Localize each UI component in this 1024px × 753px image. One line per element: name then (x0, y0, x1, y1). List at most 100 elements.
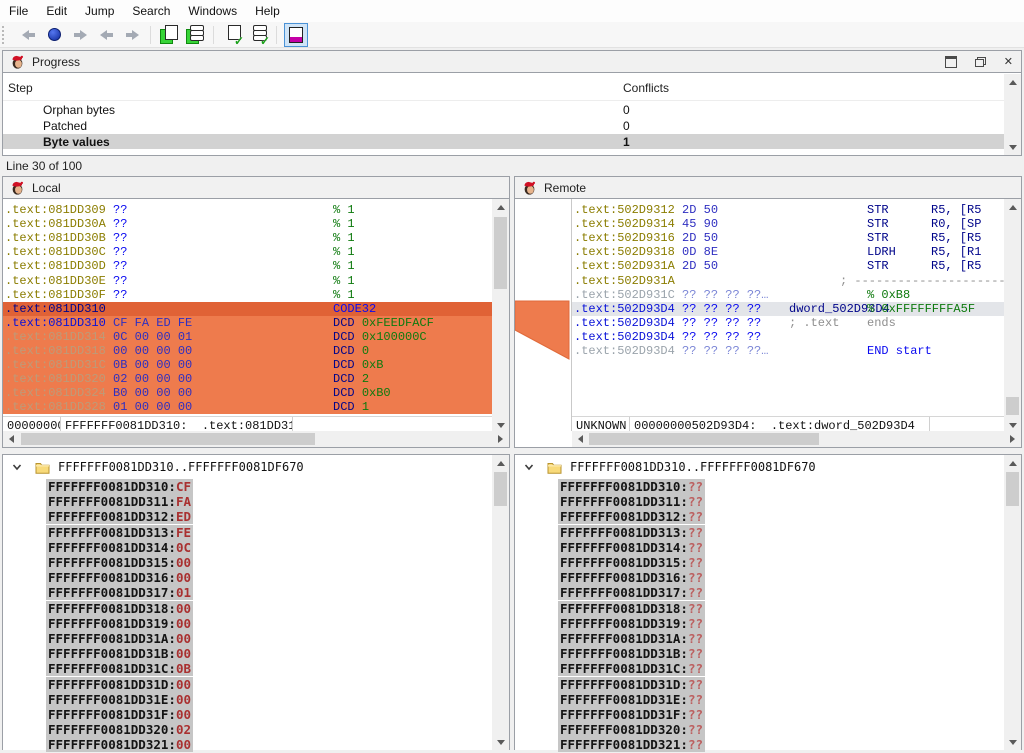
menu-jump[interactable]: Jump (76, 1, 123, 21)
listing-row[interactable]: .text:502D93D4 ?? ?? ?? ??…END start (572, 344, 1004, 358)
chevron-down-icon[interactable] (524, 462, 534, 472)
nav-prev-icon[interactable] (95, 24, 117, 46)
nav-current-icon[interactable] (43, 24, 65, 46)
hex-row[interactable]: FFFFFFF0081DD31F:?? (558, 707, 705, 722)
hex-row[interactable]: FFFFFFF0081DD316:?? (558, 570, 705, 585)
hex-row[interactable]: FFFFFFF0081DD31D:00 (46, 677, 193, 692)
scroll-right-icon[interactable] (492, 431, 509, 447)
listing-row[interactable]: .text:502D93D4 ?? ?? ?? ??dword_502D93D4… (572, 302, 1004, 316)
hex-row[interactable]: FFFFFFF0081DD31F:00 (46, 707, 193, 722)
hex-row[interactable]: FFFFFFF0081DD31D:?? (558, 677, 705, 692)
listing-row[interactable]: .text:502D9318 0D 8ELDRHR5, [R1 (572, 245, 1004, 259)
hex-row[interactable]: FFFFFFF0081DD312:ED (46, 509, 193, 524)
listing-row[interactable]: .text:502D9312 2D 50STRR5, [R5 (572, 203, 1004, 217)
nav-back-icon[interactable] (17, 24, 39, 46)
nav-next-icon[interactable] (121, 24, 143, 46)
hex-row[interactable]: FFFFFFF0081DD312:?? (558, 509, 705, 524)
hex-row[interactable]: FFFFFFF0081DD315:00 (46, 555, 193, 570)
hex-row[interactable]: FFFFFFF0081DD318:00 (46, 601, 193, 616)
hex-row[interactable]: FFFFFFF0081DD321:00 (46, 737, 193, 752)
table-row[interactable]: Orphan bytes0 (3, 102, 1004, 117)
nav-forward-icon[interactable] (69, 24, 91, 46)
chevron-down-icon[interactable] (12, 462, 22, 472)
listing-row[interactable]: .text:081DD310CODE32 (3, 302, 492, 316)
hex-row[interactable]: FFFFFFF0081DD316:00 (46, 570, 193, 585)
listing-row[interactable]: .text:081DD30C ??% 1 (3, 245, 492, 259)
hex-row[interactable]: FFFFFFF0081DD318:?? (558, 601, 705, 616)
scroll-down-icon[interactable] (492, 734, 509, 750)
hex-row[interactable]: FFFFFFF0081DD317:?? (558, 585, 705, 600)
listing-row[interactable]: .text:081DD30A ??% 1 (3, 217, 492, 231)
listing-row[interactable]: .text:081DD324 B0 00 00 00DCD 0xB0 (3, 386, 492, 400)
remote-titlebar[interactable]: Remote (515, 177, 1021, 199)
remote-vscrollbar[interactable] (1004, 199, 1021, 433)
hex-row[interactable]: FFFFFFF0081DD31A:?? (558, 631, 705, 646)
scroll-left-icon[interactable] (572, 431, 589, 447)
local-hscrollbar[interactable] (3, 431, 509, 447)
listing-row[interactable]: .text:081DD328 01 00 00 00DCD 1 (3, 400, 492, 414)
hex-row[interactable]: FFFFFFF0081DD311:FA (46, 494, 193, 509)
hex-row[interactable]: FFFFFFF0081DD317:01 (46, 585, 193, 600)
listing-row[interactable]: .text:502D9314 45 90STRR0, [SP (572, 217, 1004, 231)
hex-row[interactable]: FFFFFFF0081DD31B:00 (46, 646, 193, 661)
restore-icon[interactable] (975, 57, 986, 67)
menu-windows[interactable]: Windows (179, 1, 246, 21)
scroll-up-icon[interactable] (1004, 74, 1021, 90)
scroll-down-icon[interactable] (1004, 734, 1021, 750)
local-vscrollbar[interactable] (492, 199, 509, 433)
accept-db-icon[interactable] (247, 24, 269, 46)
menu-edit[interactable]: Edit (37, 1, 76, 21)
listing-row[interactable]: .text:081DD310 CF FA ED FEDCD 0xFEEDFACF (3, 316, 492, 330)
remote-hscrollbar[interactable] (572, 431, 1021, 447)
scroll-left-icon[interactable] (3, 431, 20, 447)
menu-file[interactable]: File (0, 1, 37, 21)
scroll-up-icon[interactable] (1004, 455, 1021, 471)
hex-row[interactable]: FFFFFFF0081DD315:?? (558, 555, 705, 570)
listing-row[interactable]: .text:502D931A 2D 50STRR5, [R5 (572, 259, 1004, 273)
scroll-up-icon[interactable] (492, 455, 509, 471)
hex-row[interactable]: FFFFFFF0081DD31A:00 (46, 631, 193, 646)
listing-row[interactable]: .text:081DD318 00 00 00 00DCD 0 (3, 344, 492, 358)
hex-row[interactable]: FFFFFFF0081DD31C:?? (558, 661, 705, 676)
hex-row[interactable]: FFFFFFF0081DD313:?? (558, 525, 705, 540)
hex-range-header[interactable]: FFFFFFF0081DD310..FFFFFFF0081DF670 (515, 458, 816, 476)
listing-row[interactable]: .text:081DD314 0C 00 00 01DCD 0x100000C (3, 330, 492, 344)
hex-row[interactable]: FFFFFFF0081DD314:0C (46, 540, 193, 555)
hex-row[interactable]: FFFFFFF0081DD31E:00 (46, 692, 193, 707)
table-row[interactable]: Patched0 (3, 118, 1004, 133)
menu-help[interactable]: Help (246, 1, 289, 21)
local-titlebar[interactable]: Local (3, 177, 509, 199)
scroll-down-icon[interactable] (1004, 139, 1021, 155)
toolbar-grip[interactable] (2, 26, 9, 44)
hex-row[interactable]: FFFFFFF0081DD313:FE (46, 525, 193, 540)
progress-titlebar[interactable]: Progress (3, 51, 1021, 73)
menu-search[interactable]: Search (123, 1, 179, 21)
listing-row[interactable]: .text:502D9316 2D 50STRR5, [R5 (572, 231, 1004, 245)
table-row[interactable]: Byte values1 (3, 134, 1004, 149)
local-listing[interactable]: .text:081DD309 ??% 1.text:081DD30A ??% 1… (3, 199, 492, 416)
hex-row[interactable]: FFFFFFF0081DD311:?? (558, 494, 705, 509)
listing-row[interactable]: .text:502D93D4 ?? ?? ?? ??; .textends (572, 316, 1004, 330)
listing-row[interactable]: .text:081DD309 ??% 1 (3, 203, 492, 217)
hex-row[interactable]: FFFFFFF0081DD31C:0B (46, 661, 193, 676)
listing-row[interactable]: .text:081DD31C 0B 00 00 00DCD 0xB (3, 358, 492, 372)
hex-range-header[interactable]: FFFFFFF0081DD310..FFFFFFF0081DF670 (3, 458, 304, 476)
close-icon[interactable] (1004, 57, 1013, 68)
hex-row[interactable]: FFFFFFF0081DD31E:?? (558, 692, 705, 707)
progress-scrollbar[interactable] (1004, 74, 1021, 155)
hex-row[interactable]: FFFFFFF0081DD320:?? (558, 722, 705, 737)
take-local-db-icon[interactable] (184, 24, 206, 46)
listing-row[interactable]: .text:081DD30F ??% 1 (3, 288, 492, 302)
listing-row[interactable]: .text:081DD30E ??% 1 (3, 274, 492, 288)
hex-row[interactable]: FFFFFFF0081DD319:?? (558, 616, 705, 631)
hex-row[interactable]: FFFFFFF0081DD319:00 (46, 616, 193, 631)
scroll-up-icon[interactable] (1004, 199, 1021, 215)
hex-row[interactable]: FFFFFFF0081DD310:?? (558, 479, 705, 494)
conflict-doc-icon[interactable] (284, 23, 308, 47)
take-local-doc-icon[interactable] (158, 24, 180, 46)
listing-row[interactable]: .text:502D931C ?? ?? ?? ??…% 0xB8 (572, 288, 1004, 302)
listing-row[interactable]: .text:081DD30D ??% 1 (3, 259, 492, 273)
remote-listing[interactable]: .text:502D9312 2D 50STRR5, [R5.text:502D… (572, 199, 1004, 416)
listing-row[interactable]: .text:081DD30B ??% 1 (3, 231, 492, 245)
scroll-right-icon[interactable] (1004, 431, 1021, 447)
